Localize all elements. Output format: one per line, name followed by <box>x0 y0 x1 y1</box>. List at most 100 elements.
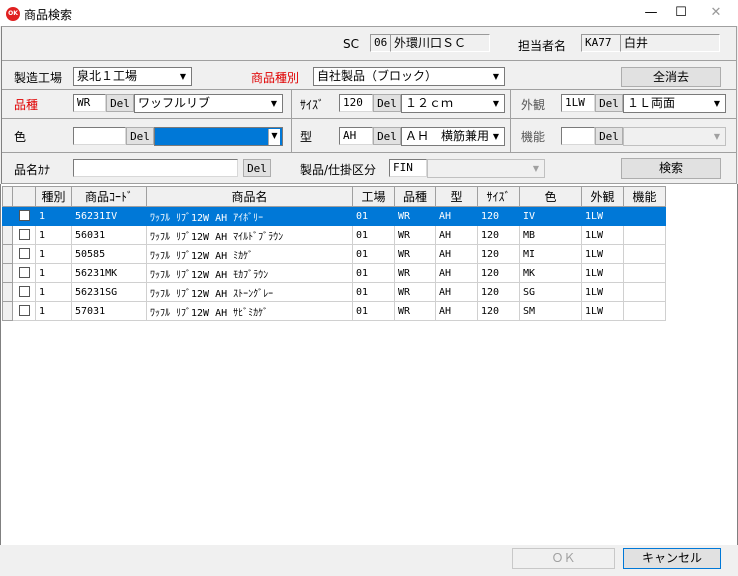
table-row[interactable]: 1 57031 ﾜｯﾌﾙ ﾘﾌﾞ12W AH ｻﾋﾞﾐｶｹﾞ 01 WR AH 120 SM 1… <box>2 301 666 321</box>
cell-shubetsu[interactable]: 1 <box>35 225 72 245</box>
color-select[interactable]: ▼ <box>154 127 283 146</box>
cell-kinou[interactable] <box>623 263 666 283</box>
cell-gaikan[interactable]: 1LW <box>581 225 624 245</box>
kinou-select[interactable]: ▼ <box>623 127 726 146</box>
cell-hinshu[interactable]: WR <box>394 282 436 302</box>
size-del-button[interactable]: Del <box>373 94 401 112</box>
search-button[interactable]: 検索 <box>621 158 721 179</box>
column-header-kinou[interactable]: 機能 <box>623 186 666 207</box>
cell-code[interactable]: 56231SG <box>71 282 147 302</box>
row-checkbox[interactable] <box>18 210 30 222</box>
cell-color[interactable]: SG <box>519 282 582 302</box>
ok-button[interactable]: ＯＫ <box>512 548 615 569</box>
cell-kata[interactable]: AH <box>435 282 478 302</box>
name-kana-input[interactable] <box>73 159 238 177</box>
column-header-kata[interactable]: 型 <box>435 186 478 207</box>
size-code-input[interactable]: 120 <box>339 94 373 112</box>
cell-code[interactable]: 57031 <box>71 301 147 321</box>
hinshu-del-button[interactable]: Del <box>106 94 134 112</box>
cell-code[interactable]: 50585 <box>71 244 147 264</box>
cell-name[interactable]: ﾜｯﾌﾙ ﾘﾌﾞ12W AH ﾏｲﾙﾄﾞﾌﾞﾗｳﾝ <box>146 225 353 245</box>
table-row[interactable]: 1 56231IV ﾜｯﾌﾙ ﾘﾌﾞ12W AH ｱｲﾎﾞﾘｰ 01 WR AH 120 IV… <box>2 206 666 226</box>
cell-kata[interactable]: AH <box>435 263 478 283</box>
column-header-size[interactable]: ｻｲｽﾞ <box>477 186 520 207</box>
gaikan-code-input[interactable]: 1LW <box>561 94 595 112</box>
cell-kata[interactable]: AH <box>435 301 478 321</box>
row-header[interactable] <box>2 301 13 321</box>
close-button[interactable]: ✕ <box>701 0 731 26</box>
column-header-name[interactable]: 商品名 <box>146 186 353 207</box>
cell-factory[interactable]: 01 <box>352 206 395 226</box>
row-checkbox[interactable] <box>18 267 30 279</box>
cell-kata[interactable]: AH <box>435 225 478 245</box>
row-header[interactable] <box>2 225 13 245</box>
column-header-color[interactable]: 色 <box>519 186 582 207</box>
cell-gaikan[interactable]: 1LW <box>581 244 624 264</box>
row-checkbox-cell[interactable] <box>12 282 36 302</box>
size-select[interactable]: １２ｃｍ ▼ <box>401 94 505 113</box>
cancel-button[interactable]: キャンセル <box>623 548 721 569</box>
cell-size[interactable]: 120 <box>477 263 520 283</box>
cell-shubetsu[interactable]: 1 <box>35 244 72 264</box>
column-header-hinshu[interactable]: 品種 <box>394 186 436 207</box>
kubun-select[interactable]: ▼ <box>427 159 545 178</box>
row-checkbox-cell[interactable] <box>12 244 36 264</box>
cell-color[interactable]: SM <box>519 301 582 321</box>
cell-shubetsu[interactable]: 1 <box>35 282 72 302</box>
cell-hinshu[interactable]: WR <box>394 263 436 283</box>
name-kana-del-button[interactable]: Del <box>243 159 271 177</box>
cell-size[interactable]: 120 <box>477 225 520 245</box>
clear-all-button[interactable]: 全消去 <box>621 67 721 87</box>
cell-name[interactable]: ﾜｯﾌﾙ ﾘﾌﾞ12W AH ｱｲﾎﾞﾘｰ <box>146 206 353 226</box>
kata-del-button[interactable]: Del <box>373 127 401 145</box>
cell-size[interactable]: 120 <box>477 244 520 264</box>
cell-kinou[interactable] <box>623 206 666 226</box>
cell-name[interactable]: ﾜｯﾌﾙ ﾘﾌﾞ12W AH ｽﾄｰﾝｸﾞﾚｰ <box>146 282 353 302</box>
cell-color[interactable]: IV <box>519 206 582 226</box>
cell-kinou[interactable] <box>623 282 666 302</box>
cell-size[interactable]: 120 <box>477 206 520 226</box>
cell-code[interactable]: 56231MK <box>71 263 147 283</box>
cell-shubetsu[interactable]: 1 <box>35 263 72 283</box>
row-header[interactable] <box>2 282 13 302</box>
row-checkbox-cell[interactable] <box>12 301 36 321</box>
kinou-del-button[interactable]: Del <box>595 127 623 145</box>
cell-shubetsu[interactable]: 1 <box>35 301 72 321</box>
cell-factory[interactable]: 01 <box>352 282 395 302</box>
cell-color[interactable]: MK <box>519 263 582 283</box>
cell-shubetsu[interactable]: 1 <box>35 206 72 226</box>
row-checkbox[interactable] <box>18 305 30 317</box>
kinou-code-input[interactable] <box>561 127 595 145</box>
cell-name[interactable]: ﾜｯﾌﾙ ﾘﾌﾞ12W AH ﾓｶﾌﾞﾗｳﾝ <box>146 263 353 283</box>
cell-hinshu[interactable]: WR <box>394 225 436 245</box>
row-checkbox[interactable] <box>18 229 30 241</box>
cell-gaikan[interactable]: 1LW <box>581 301 624 321</box>
table-row[interactable]: 1 56031 ﾜｯﾌﾙ ﾘﾌﾞ12W AH ﾏｲﾙﾄﾞﾌﾞﾗｳﾝ 01 WR AH 120… <box>2 225 666 245</box>
row-checkbox-cell[interactable] <box>12 225 36 245</box>
row-checkbox-cell[interactable] <box>12 263 36 283</box>
factory-select[interactable]: 泉北１工場 ▼ <box>73 67 192 86</box>
cell-gaikan[interactable]: 1LW <box>581 206 624 226</box>
cell-size[interactable]: 120 <box>477 282 520 302</box>
minimize-button[interactable]: — <box>636 0 666 26</box>
kata-code-input[interactable]: AH <box>339 127 373 145</box>
gaikan-select[interactable]: １Ｌ両面 ▼ <box>623 94 726 113</box>
table-row[interactable]: 1 56231MK ﾜｯﾌﾙ ﾘﾌﾞ12W AH ﾓｶﾌﾞﾗｳﾝ 01 WR AH 120 M… <box>2 263 666 283</box>
row-checkbox-cell[interactable] <box>12 206 36 226</box>
cell-kinou[interactable] <box>623 225 666 245</box>
cell-code[interactable]: 56031 <box>71 225 147 245</box>
cell-hinshu[interactable]: WR <box>394 301 436 321</box>
table-row[interactable]: 1 56231SG ﾜｯﾌﾙ ﾘﾌﾞ12W AH ｽﾄｰﾝｸﾞﾚｰ 01 WR AH 120… <box>2 282 666 302</box>
gaikan-del-button[interactable]: Del <box>595 94 623 112</box>
row-checkbox[interactable] <box>18 248 30 260</box>
table-row[interactable]: 1 50585 ﾜｯﾌﾙ ﾘﾌﾞ12W AH ﾐｶｹﾞ 01 WR AH 120 MI 1LW <box>2 244 666 264</box>
column-header-factory[interactable]: 工場 <box>352 186 395 207</box>
cell-kinou[interactable] <box>623 244 666 264</box>
column-header-check[interactable] <box>12 186 36 207</box>
kubun-code-input[interactable]: FIN <box>389 159 427 177</box>
cell-kinou[interactable] <box>623 301 666 321</box>
maximize-button[interactable]: ☐ <box>666 0 696 26</box>
cell-color[interactable]: MI <box>519 244 582 264</box>
cell-name[interactable]: ﾜｯﾌﾙ ﾘﾌﾞ12W AH ﾐｶｹﾞ <box>146 244 353 264</box>
row-header[interactable] <box>2 244 13 264</box>
